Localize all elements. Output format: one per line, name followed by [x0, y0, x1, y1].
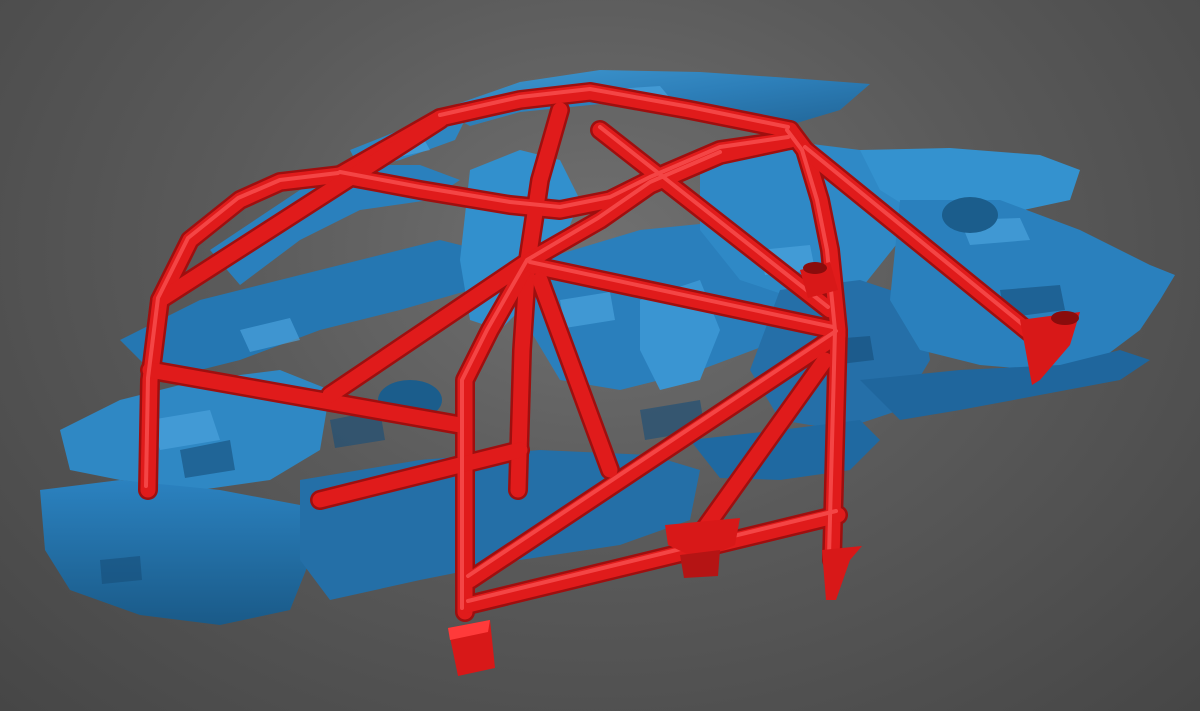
car-body-render: [40, 70, 1175, 676]
render-viewport: [0, 0, 1200, 711]
scanned-body-shell: [40, 70, 1175, 625]
